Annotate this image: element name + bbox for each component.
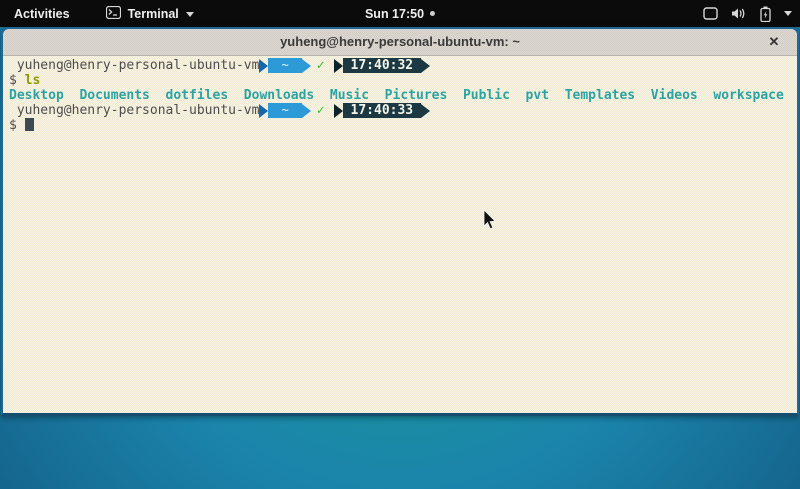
window-titlebar[interactable]: yuheng@henry-personal-ubuntu-vm: ~ ✕ <box>3 29 797 56</box>
clock-label: Sun 17:50 <box>365 7 424 21</box>
directory-listing: Desktop Documents dotfiles Downloads Mus… <box>9 88 797 103</box>
terminal-cursor <box>25 118 34 131</box>
terminal-app-icon <box>106 6 121 22</box>
top-bar: Activities Terminal Sun 17:50 <box>0 0 800 27</box>
battery-charging-icon <box>760 6 771 22</box>
terminal-content[interactable]: yuheng@henry-personal-ubuntu-vm ~ ✓ 17:4… <box>3 56 797 414</box>
prompt-symbol: $ <box>9 118 17 133</box>
close-button[interactable]: ✕ <box>763 29 785 55</box>
system-status-area[interactable] <box>703 0 792 27</box>
current-input-line[interactable]: $ <box>9 118 797 133</box>
typed-command: ls <box>25 73 41 88</box>
command-line: $ ls <box>9 73 797 88</box>
powerline-arrow-icon <box>421 104 430 118</box>
powerline-arrow-icon <box>259 59 268 73</box>
notification-dot-icon <box>430 11 435 16</box>
powerline-arrow-icon <box>259 104 268 118</box>
status-check-icon: ✓ <box>317 58 325 73</box>
powerline-arrow-icon <box>334 59 343 73</box>
powerline-arrow-icon <box>421 59 430 73</box>
volume-icon <box>731 7 747 20</box>
powerline-arrow-icon <box>334 104 343 118</box>
cwd-segment: ~ <box>268 103 301 118</box>
activities-button[interactable]: Activities <box>10 7 74 21</box>
mouse-pointer-icon <box>483 210 497 235</box>
terminal-window: yuheng@henry-personal-ubuntu-vm: ~ ✕ yuh… <box>1 27 799 416</box>
window-title: yuheng@henry-personal-ubuntu-vm: ~ <box>280 34 520 49</box>
app-menu-caret-icon <box>186 12 194 17</box>
chevron-down-icon <box>784 11 792 16</box>
clock-menu[interactable]: Sun 17:50 <box>365 7 435 21</box>
cwd-segment: ~ <box>268 58 301 73</box>
user-host-text: yuheng@henry-personal-ubuntu-vm <box>9 58 259 73</box>
time-segment: 17:40:32 <box>343 58 422 73</box>
prompt-line-2: yuheng@henry-personal-ubuntu-vm ~ ✓ 17:4… <box>9 103 797 118</box>
prompt-line-1: yuheng@henry-personal-ubuntu-vm ~ ✓ 17:4… <box>9 58 797 73</box>
powerline-arrow-icon <box>302 104 311 118</box>
user-host-text: yuheng@henry-personal-ubuntu-vm <box>9 103 259 118</box>
status-check-icon: ✓ <box>317 103 325 118</box>
app-menu[interactable]: Terminal <box>106 6 194 22</box>
prompt-symbol: $ <box>9 73 17 88</box>
powerline-arrow-icon <box>302 59 311 73</box>
app-menu-label: Terminal <box>128 7 179 21</box>
time-segment: 17:40:33 <box>343 103 422 118</box>
screen-icon <box>703 7 718 20</box>
